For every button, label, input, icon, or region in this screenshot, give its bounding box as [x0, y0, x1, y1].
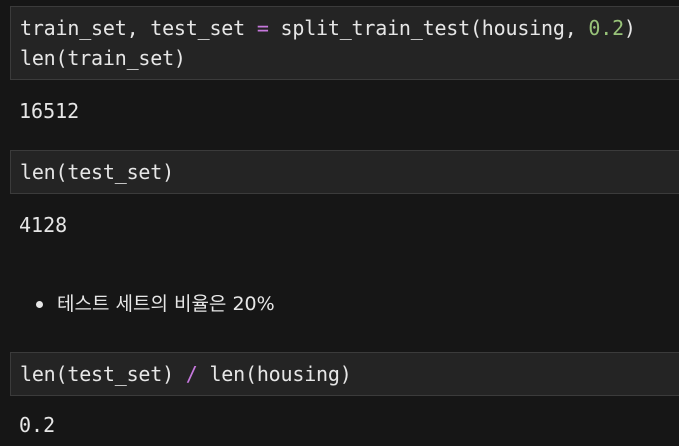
cell-output-2: 4128 [19, 213, 68, 237]
code-token: len(housing) [197, 362, 352, 386]
code-line: train_set, test_set = split_train_test(h… [20, 13, 679, 43]
code-line: len(test_set) [20, 157, 679, 187]
markdown-bullet-text: 테스트 세트의 비율은 20% [57, 293, 275, 315]
code-cell-3[interactable]: len(test_set) / len(housing) [10, 352, 679, 396]
code-token: len(test_set) [20, 160, 174, 184]
code-line: len(train_set) [20, 43, 679, 73]
code-token: len(test_set) [20, 362, 186, 386]
code-token: ) [623, 16, 636, 40]
bullet-icon [36, 300, 43, 308]
code-token: len(train_set) [20, 46, 186, 70]
code-cell-2[interactable]: len(test_set) [10, 150, 679, 194]
code-operator: = [256, 16, 269, 40]
code-operator: / [185, 362, 198, 386]
code-cell-1[interactable]: train_set, test_set = split_train_test(h… [10, 6, 679, 80]
cell-output-3: 0.2 [19, 413, 56, 437]
code-line: len(test_set) / len(housing) [20, 359, 679, 389]
code-number: 0.2 [588, 16, 624, 40]
code-token: split_train_test(housing, [268, 16, 589, 40]
cell-output-1: 16512 [19, 99, 80, 123]
code-token: train_set, test_set [20, 16, 257, 40]
markdown-cell: 테스트 세트의 비율은 20% [36, 289, 275, 319]
